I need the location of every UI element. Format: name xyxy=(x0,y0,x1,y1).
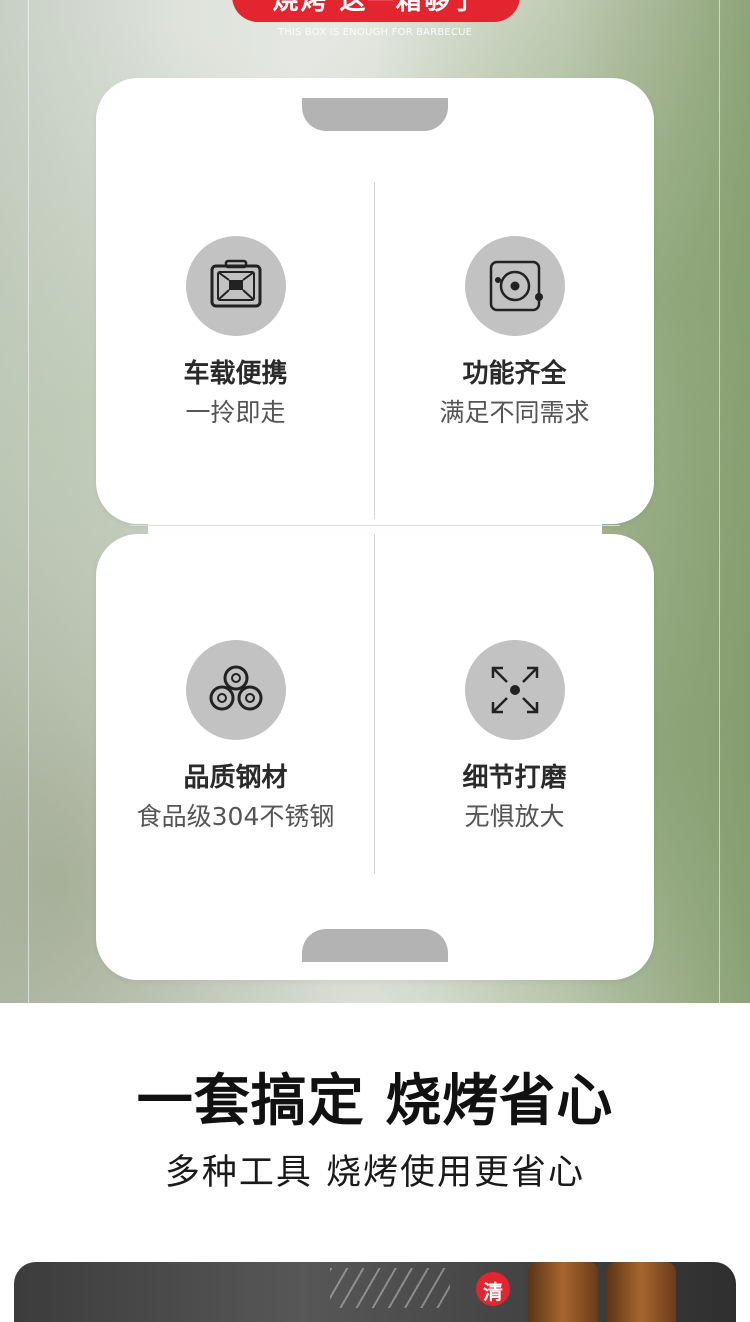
card-handle-bottom xyxy=(302,929,448,962)
feature-card-top: 车载便携 一拎即走 功能齐全 满足不同需求 xyxy=(96,78,654,524)
feature-title: 细节打磨 xyxy=(462,763,567,793)
feature-subtitle: 一拎即走 xyxy=(185,398,286,427)
banner-title-pill: 烧烤 这一箱够了 xyxy=(232,0,520,22)
grill-rack-image xyxy=(330,1268,450,1308)
card-fold-line xyxy=(130,525,620,526)
feature-title: 功能齐全 xyxy=(462,359,567,389)
target-icon xyxy=(464,236,565,336)
expand-icon xyxy=(464,640,565,740)
briefcase-icon xyxy=(185,236,286,336)
seasoning-jar-image xyxy=(606,1262,676,1322)
seasoning-jar-image xyxy=(528,1262,598,1322)
section-subheading: 多种工具 烧烤使用更省心 xyxy=(164,1153,586,1193)
feature-title: 车载便携 xyxy=(183,359,288,389)
hero-banner: 烧烤 这一箱够了 THIS BOX IS ENOUGH FOR BARBECUE… xyxy=(0,0,750,1003)
feature-complete: 功能齐全 满足不同需求 xyxy=(375,236,654,429)
feature-subtitle: 无惧放大 xyxy=(464,802,565,831)
clean-badge: 清 xyxy=(476,1272,510,1306)
feature-detail: 细节打磨 无惧放大 xyxy=(375,640,654,833)
section-heading: 一套搞定 烧烤省心 xyxy=(136,1069,614,1134)
feature-portable: 车载便携 一拎即走 xyxy=(96,236,375,429)
feature-steel: 品质钢材 食品级304不锈钢 xyxy=(96,640,375,833)
feature-title: 品质钢材 xyxy=(183,763,288,793)
feature-subtitle: 食品级304不锈钢 xyxy=(136,802,335,831)
card-handle-top xyxy=(302,98,448,131)
feature-subtitle: 满足不同需求 xyxy=(439,398,590,427)
banner-title: 烧烤 这一箱够了 xyxy=(272,0,480,16)
steel-rolls-icon xyxy=(185,640,286,740)
banner-subtitle: THIS BOX IS ENOUGH FOR BARBECUE xyxy=(277,27,473,38)
feature-card-bottom: 品质钢材 食品级304不锈钢 细节打磨 无惧放大 xyxy=(96,534,654,980)
